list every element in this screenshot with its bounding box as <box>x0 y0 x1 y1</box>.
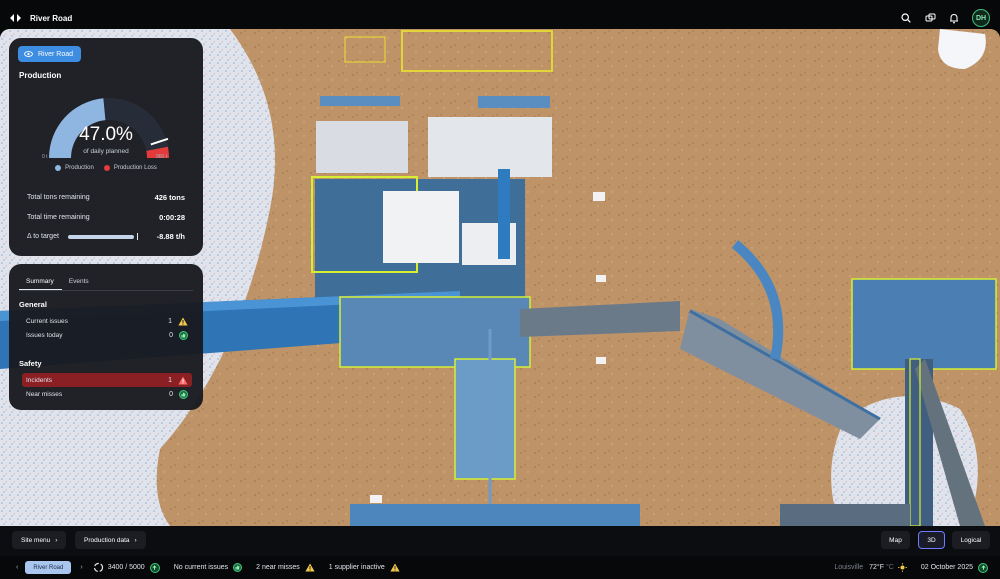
stat-value: 0:00:28 <box>159 212 185 222</box>
thumbs-up-icon <box>179 330 188 340</box>
warning-icon <box>178 376 188 384</box>
stat-value: 426 tons <box>154 193 185 203</box>
temperature-unit-toggle[interactable]: °C <box>886 564 894 571</box>
row-incidents[interactable]: Incidents 1 <box>22 373 192 387</box>
gauge-legend: Production Production Loss <box>9 165 203 171</box>
production-panel: River Road Production 47.0% of daily pla… <box>9 38 203 256</box>
chevron-right-icon: › <box>134 536 137 544</box>
row-count: 0 <box>169 331 173 339</box>
issues-status[interactable]: No current issues <box>173 563 243 572</box>
row-count: 0 <box>169 390 173 398</box>
site-menu-label: Site menu <box>21 536 51 544</box>
issues-status-text: No current issues <box>173 564 229 571</box>
row-label: Current issues <box>26 317 68 325</box>
warning-icon <box>178 317 188 325</box>
thumbs-up-icon <box>179 389 188 399</box>
legend-production: Production <box>55 165 94 171</box>
avatar[interactable]: DH <box>972 9 990 27</box>
legend-loss-label: Production Loss <box>113 165 157 171</box>
throughput-value: 3400 / 5000 <box>107 564 145 571</box>
supplier-status[interactable]: 1 supplier inactive <box>329 563 400 572</box>
tab-summary[interactable]: Summary <box>19 272 62 290</box>
recycle-icon <box>93 562 103 573</box>
app-root: River Road DH River Road Production 47.0… <box>0 0 1000 579</box>
weather-status: Louisville 72°F °C <box>834 563 907 572</box>
legend-production-loss: Production Loss <box>103 165 157 171</box>
stat-time-remaining: Total time remaining 0:00:28 <box>27 208 185 228</box>
site-chip-label: River Road <box>38 50 74 58</box>
chevron-right-icon: › <box>55 536 58 544</box>
safety-heading: Safety <box>19 359 42 368</box>
row-label: Incidents <box>26 376 53 384</box>
general-heading: General <box>19 300 47 309</box>
supplier-status-text: 1 supplier inactive <box>328 564 385 571</box>
production-data-label: Production data <box>84 536 130 544</box>
current-date: 02 October 2025 <box>920 564 973 571</box>
gauge-max-label: 960 t <box>156 154 168 160</box>
production-percent: 47.0% <box>79 124 133 145</box>
row-issues-today[interactable]: Issues today 0 <box>22 328 192 342</box>
chat-icon[interactable] <box>924 12 936 24</box>
warning-icon <box>305 563 315 572</box>
tab-events[interactable]: Events <box>62 272 97 290</box>
legend-production-label: Production <box>65 165 94 171</box>
legend-production-swatch <box>55 165 62 171</box>
view-3d-button[interactable]: 3D <box>918 531 945 549</box>
delta-target-marker <box>136 233 138 241</box>
row-count: 1 <box>168 317 172 325</box>
status-site-pill[interactable]: River Road <box>25 561 72 574</box>
throughput-status: 3400 / 5000 <box>93 562 160 573</box>
status-bar: ‹ River Road › 3400 / 5000 No current is… <box>0 556 1000 579</box>
search-icon[interactable] <box>900 12 912 24</box>
view-logical-button[interactable]: Logical <box>952 531 990 549</box>
stat-tons-remaining: Total tons remaining 426 tons <box>27 188 185 208</box>
app-logo-icon <box>10 13 21 23</box>
site-menu-button[interactable]: Site menu › <box>12 531 67 549</box>
warning-icon <box>390 563 400 572</box>
stat-label: Total tons remaining <box>27 194 90 202</box>
stat-label: Δ to target <box>27 233 59 241</box>
delta-bar <box>67 234 134 239</box>
legend-loss-swatch <box>103 165 110 171</box>
summary-tabs: Summary Events <box>19 272 193 291</box>
row-near-misses[interactable]: Near misses 0 <box>22 387 192 401</box>
prev-site-icon[interactable]: ‹ <box>16 564 18 571</box>
row-label: Near misses <box>26 390 63 398</box>
row-current-issues[interactable]: Current issues 1 <box>22 314 192 328</box>
sun-icon <box>897 563 907 572</box>
row-label: Issues today <box>26 331 63 339</box>
brand[interactable]: River Road <box>10 13 73 23</box>
production-stats: Total tons remaining 426 tons Total time… <box>27 188 185 247</box>
production-title: Production <box>19 71 62 80</box>
eye-icon <box>24 51 33 57</box>
gauge-min-label: 0 t <box>42 154 48 160</box>
row-count: 1 <box>168 376 172 384</box>
site-chip[interactable]: River Road <box>18 46 82 62</box>
bell-icon[interactable] <box>948 12 960 24</box>
near-misses-text: 2 near misses <box>256 564 300 571</box>
stat-label: Total time remaining <box>27 213 90 221</box>
stat-delta-to-target: Δ to target -8.88 t/h <box>27 227 185 247</box>
near-misses-status[interactable]: 2 near misses <box>256 563 315 572</box>
arrow-up-icon <box>978 562 988 573</box>
site-title: River Road <box>30 13 73 23</box>
city-name: Louisville <box>834 564 864 571</box>
temperature[interactable]: 72°F <box>869 564 884 571</box>
date-status: 02 October 2025 <box>920 562 988 573</box>
thumbs-up-icon <box>233 563 243 572</box>
summary-panel: Summary Events General Current issues 1 … <box>9 264 203 410</box>
production-data-button[interactable]: Production data › <box>75 531 146 549</box>
arrow-up-icon <box>149 562 160 573</box>
next-site-icon[interactable]: › <box>80 564 82 571</box>
view-map-button[interactable]: Map <box>881 531 910 549</box>
stat-value: -8.88 t/h <box>156 232 185 242</box>
